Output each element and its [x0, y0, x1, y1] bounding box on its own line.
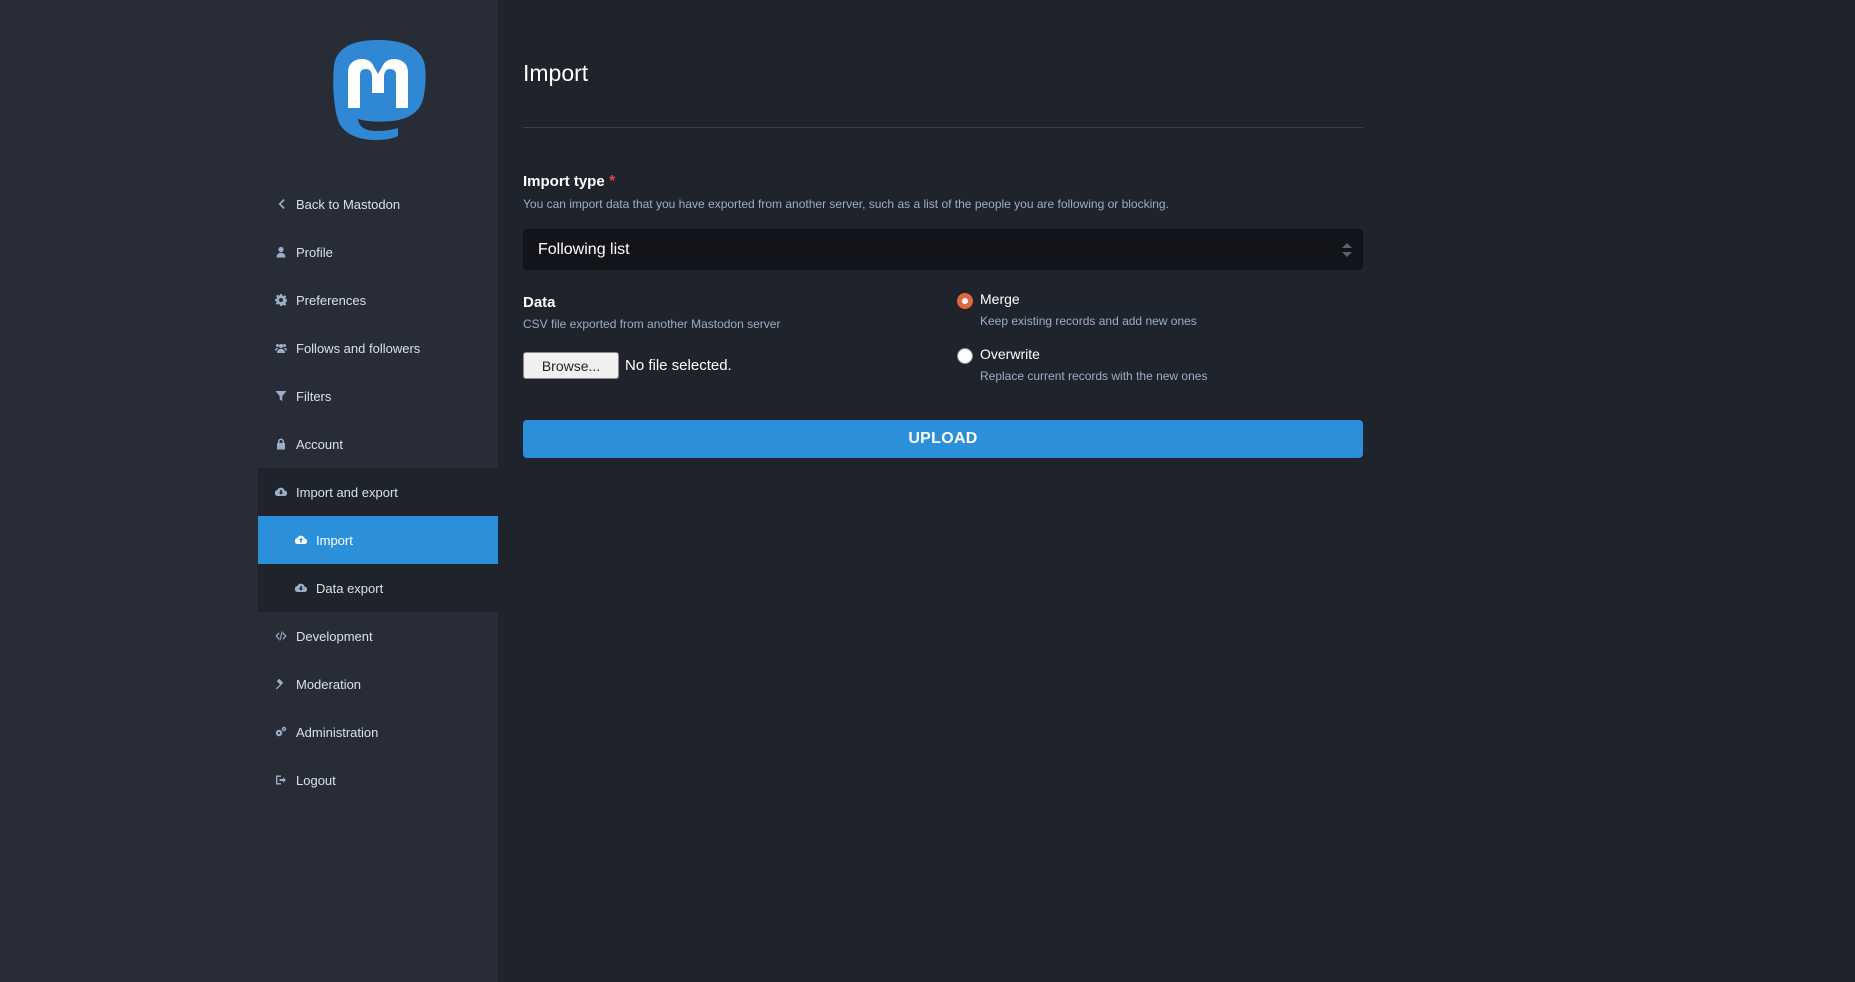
user-icon	[275, 246, 287, 258]
sidebar-item-label: Follows and followers	[296, 340, 421, 356]
gavel-icon	[275, 678, 287, 690]
cog-icon	[275, 294, 287, 306]
sidebar-item-label: Account	[296, 436, 343, 452]
sidebar-item-account[interactable]: Account	[258, 420, 498, 468]
users-icon	[275, 342, 287, 354]
import-type-field: Import type * You can import data that y…	[523, 173, 1363, 211]
sidebar-item-preferences[interactable]: Preferences	[258, 276, 498, 324]
sidebar-item-label: Import	[316, 532, 353, 548]
file-input: Browse... No file selected.	[523, 352, 732, 379]
cogs-icon	[275, 726, 287, 738]
sidebar-item-logout[interactable]: Logout	[258, 756, 498, 804]
sidebar-item-label: Logout	[296, 772, 336, 788]
sign-out-icon	[275, 774, 287, 786]
radio-option-merge: Merge Keep existing records and add new …	[957, 290, 1363, 345]
sidebar-item-label: Profile	[296, 244, 333, 260]
import-mode-group: Merge Keep existing records and add new …	[957, 290, 1363, 400]
cloud-download-icon	[295, 582, 307, 594]
lock-icon	[275, 438, 287, 450]
sidebar-item-label: Filters	[296, 388, 332, 404]
cloud-upload-icon	[295, 534, 307, 546]
chevron-left-icon	[275, 198, 287, 210]
sidebar-item-label: Back to Mastodon	[296, 196, 401, 212]
overwrite-radio[interactable]	[957, 348, 973, 364]
sidebar-item-import-export[interactable]: Import and export	[258, 468, 498, 516]
sidebar-item-label: Development	[296, 628, 373, 644]
upload-button[interactable]: UPLOAD	[523, 420, 1363, 458]
file-status: No file selected.	[625, 357, 732, 374]
sidebar-item-label: Administration	[296, 724, 379, 740]
page-title: Import	[523, 60, 589, 86]
sidebar-item-data-export[interactable]: Data export	[258, 564, 498, 612]
sidebar-item-back[interactable]: Back to Mastodon	[258, 180, 498, 228]
merge-radio[interactable]	[957, 293, 973, 309]
sidebar-item-label: Import and export	[296, 484, 398, 500]
sidebar-item-label: Data export	[316, 580, 384, 596]
sidebar-item-import[interactable]: Import	[258, 516, 498, 564]
sidebar-item-profile[interactable]: Profile	[258, 228, 498, 276]
sidebar: Back to Mastodon Profile Preferences Fol…	[0, 0, 498, 982]
merge-hint: Keep existing records and add new ones	[980, 314, 1197, 328]
sidebar-item-label: Moderation	[296, 676, 362, 692]
import-type-label: Import type	[523, 173, 605, 190]
cloud-download-icon	[275, 486, 287, 498]
sidebar-item-filters[interactable]: Filters	[258, 372, 498, 420]
radio-option-overwrite: Overwrite Replace current records with t…	[957, 345, 1363, 400]
data-hint: CSV file exported from another Mastodon …	[523, 317, 781, 331]
overwrite-label[interactable]: Overwrite	[980, 346, 1040, 362]
sidebar-item-moderation[interactable]: Moderation	[258, 660, 498, 708]
import-type-selected: Following list	[538, 240, 630, 258]
import-type-hint: You can import data that you have export…	[523, 197, 1169, 211]
data-field: Data CSV file exported from another Mast…	[523, 294, 780, 331]
title-divider	[523, 127, 1363, 128]
data-label: Data	[523, 294, 556, 311]
import-type-select[interactable]: Following list	[523, 229, 1363, 270]
sidebar-item-label: Preferences	[296, 292, 367, 308]
mastodon-logo[interactable]	[330, 38, 426, 142]
sidebar-group-import-export: Import and export Import Data export	[258, 468, 498, 612]
required-marker: *	[609, 173, 616, 190]
overwrite-hint: Replace current records with the new one…	[980, 369, 1208, 383]
filter-icon	[275, 390, 287, 402]
sidebar-nav: Back to Mastodon Profile Preferences Fol…	[258, 180, 498, 804]
sidebar-item-development[interactable]: Development	[258, 612, 498, 660]
sidebar-item-follows[interactable]: Follows and followers	[258, 324, 498, 372]
sidebar-item-administration[interactable]: Administration	[258, 708, 498, 756]
browse-button[interactable]: Browse...	[523, 352, 619, 379]
code-icon	[275, 630, 287, 642]
merge-label[interactable]: Merge	[980, 291, 1020, 307]
select-arrows-icon	[1342, 243, 1352, 257]
